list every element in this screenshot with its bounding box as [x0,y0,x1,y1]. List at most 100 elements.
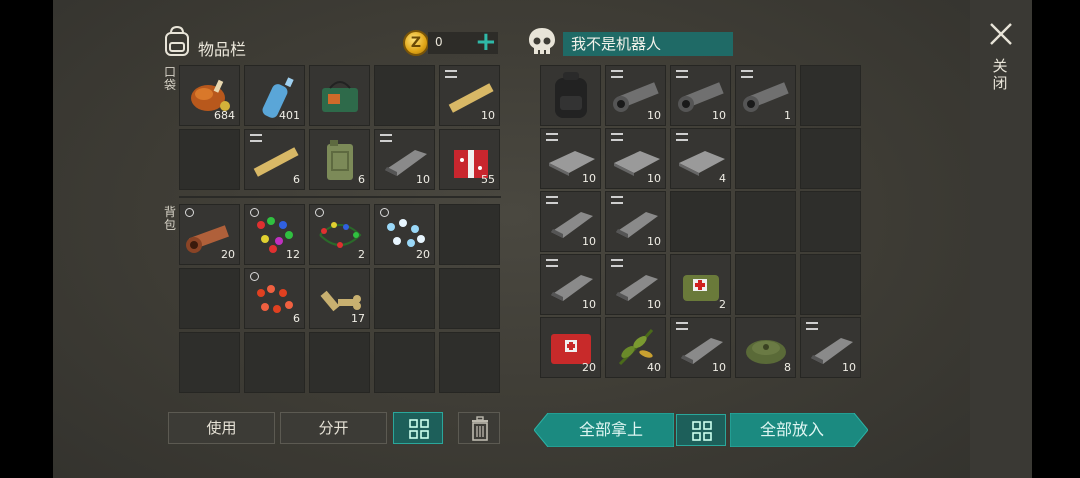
stack-icon [676,133,688,141]
backpack-slot[interactable] [439,204,500,265]
container-slot[interactable] [800,128,861,189]
pocket-slot[interactable]: 55 [439,129,500,190]
backpack-icon [165,25,189,56]
stack-icon [741,70,753,78]
timer-icon [250,208,259,217]
item-count: 8 [784,361,791,374]
timer-icon [250,272,259,281]
pocket-slot[interactable]: 10 [374,129,435,190]
backpack-slot[interactable] [374,332,435,393]
split-button[interactable]: 分开 [280,412,387,444]
container-slot[interactable]: 10 [605,65,666,126]
grid-icon [409,419,429,439]
item-count: 10 [647,235,661,248]
container-slot[interactable]: 40 [605,317,666,378]
item-count: 10 [481,109,495,122]
container-slot[interactable]: 10 [540,254,601,315]
container-slot[interactable]: 10 [800,317,861,378]
close-label[interactable]: 关闭 [992,58,1008,92]
timer-icon [185,208,194,217]
container-slot[interactable] [800,65,861,126]
container-slot[interactable]: 4 [670,128,731,189]
item-count: 10 [647,298,661,311]
stack-icon [546,196,558,204]
container-slot[interactable]: 1 [735,65,796,126]
stack-icon [380,134,392,142]
backpack-slot[interactable]: 6 [244,268,305,329]
item-count: 10 [582,172,596,185]
close-icon[interactable] [988,20,1014,48]
sort-container-button[interactable] [676,414,726,446]
backpack-slot[interactable]: 17 [309,268,370,329]
pocket-slot[interactable]: 6 [244,129,305,190]
stack-icon [611,70,623,78]
container-slot[interactable]: 10 [670,65,731,126]
backpack-slot[interactable]: 2 [309,204,370,265]
container-slot[interactable]: 10 [670,317,731,378]
pocket-slot[interactable] [374,65,435,126]
container-slot[interactable] [670,191,731,252]
backpack-slot[interactable]: 12 [244,204,305,265]
item-count: 10 [582,235,596,248]
container-slot[interactable]: 10 [605,254,666,315]
container-slot[interactable] [800,254,861,315]
backpack-slot[interactable]: 20 [179,204,240,265]
backpack-slot[interactable] [244,332,305,393]
item-count: 10 [582,298,596,311]
container-slot[interactable]: 10 [540,191,601,252]
skull-icon [529,28,555,54]
stack-icon [611,259,623,267]
backpack-slot[interactable] [374,268,435,329]
item-count: 10 [416,173,430,186]
pocket-slot[interactable] [309,65,370,126]
put-all-button[interactable]: 全部放入 [730,413,854,447]
item-count: 6 [293,312,300,325]
pocket-slot[interactable]: 6 [309,129,370,190]
stack-icon [676,70,688,78]
take-all-button[interactable]: 全部拿上 [548,413,674,447]
container-slot[interactable]: 10 [605,128,666,189]
container-slot[interactable] [800,191,861,252]
backpack-slot[interactable] [439,268,500,329]
trash-icon [472,416,488,441]
timer-icon [315,208,324,217]
item-count: 17 [351,312,365,325]
sort-grid-button[interactable] [393,412,443,444]
backpack-slot[interactable] [309,332,370,393]
pocket-slot[interactable]: 684 [179,65,240,126]
stack-icon [546,259,558,267]
stack-icon [676,322,688,330]
inventory-title: 物品栏 [198,40,247,59]
item-count: 20 [221,248,235,261]
container-slot[interactable]: 20 [540,317,601,378]
backpack-slot[interactable] [439,332,500,393]
item-count: 10 [842,361,856,374]
add-coins-button[interactable]: + [475,29,497,55]
item-count: 10 [647,172,661,185]
delete-button[interactable] [458,412,500,444]
backpack-slot[interactable]: 20 [374,204,435,265]
backpack-label: 背包 [163,205,176,232]
container-slot[interactable] [735,254,796,315]
item-count: 40 [647,361,661,374]
container-slot[interactable]: 10 [605,191,666,252]
item-count: 10 [712,361,726,374]
item-count: 10 [712,109,726,122]
backpack-slot[interactable] [179,268,240,329]
item-count: 55 [481,173,495,186]
container-slot[interactable]: 2 [670,254,731,315]
pocket-slot[interactable]: 401 [244,65,305,126]
container-slot[interactable] [735,128,796,189]
timer-icon [380,208,389,217]
use-button[interactable]: 使用 [168,412,275,444]
container-slot[interactable]: 10 [540,128,601,189]
item-count: 6 [293,173,300,186]
item-count: 20 [582,361,596,374]
container-slot[interactable] [540,65,601,126]
backpack-slot[interactable] [179,332,240,393]
pocket-slot[interactable] [179,129,240,190]
pocket-slot[interactable]: 10 [439,65,500,126]
container-slot[interactable]: 8 [735,317,796,378]
container-slot[interactable] [735,191,796,252]
stack-icon [611,133,623,141]
